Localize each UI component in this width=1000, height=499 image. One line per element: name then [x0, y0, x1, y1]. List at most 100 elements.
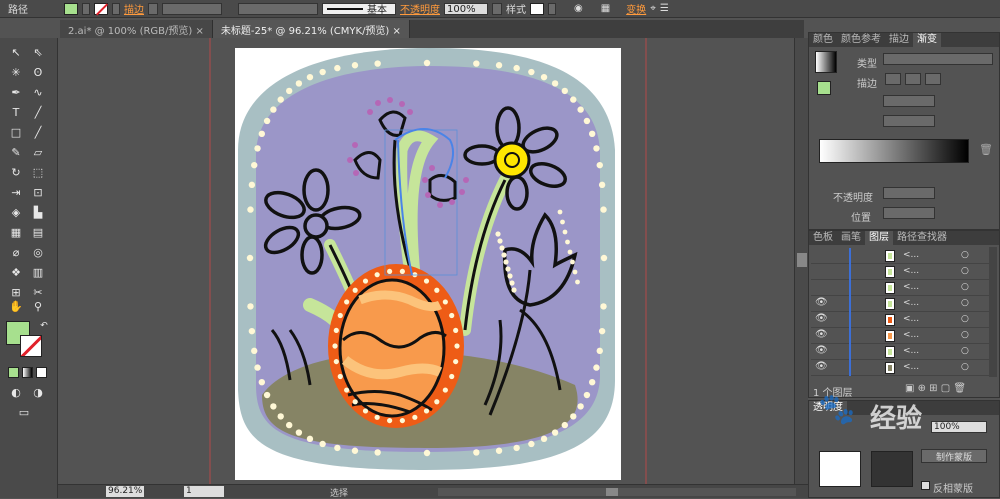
recolor-icon[interactable]: ◉: [574, 3, 583, 14]
fill-swatch[interactable]: [64, 2, 78, 15]
target-icon[interactable]: ○: [961, 250, 969, 260]
close-icon[interactable]: ×: [393, 26, 401, 37]
variable-width-profile[interactable]: [238, 2, 318, 15]
eye-icon[interactable]: 👁: [815, 297, 828, 308]
screen-mode-icon[interactable]: ▭: [16, 406, 32, 420]
scale-icon[interactable]: ⬚: [30, 166, 46, 180]
layer-row[interactable]: 👁 <... ○: [811, 328, 995, 344]
tab-pathfinder[interactable]: 路径查找器: [893, 231, 951, 245]
tab-doc-1[interactable]: 2.ai* @ 100% (RGB/预览) ×: [60, 20, 213, 38]
stroke-weight-field[interactable]: [162, 2, 222, 15]
stroke-option-2[interactable]: [905, 73, 921, 85]
layer-row[interactable]: 👁 <... ○: [811, 360, 995, 376]
close-icon[interactable]: ×: [196, 26, 204, 37]
angle-field[interactable]: [883, 95, 935, 107]
eye-icon[interactable]: 👁: [815, 345, 828, 356]
style-dropdown-icon[interactable]: [548, 2, 556, 15]
fill-mode-none-icon[interactable]: [36, 367, 47, 378]
gradient-type-select[interactable]: [883, 53, 993, 65]
draw-behind-icon[interactable]: ◑: [30, 386, 46, 400]
opacity-link[interactable]: 不透明度: [400, 1, 440, 16]
transparency-opacity-field[interactable]: 100%: [931, 421, 987, 433]
graph-tool-icon[interactable]: ▥: [30, 266, 46, 280]
perspective-icon[interactable]: ▙: [30, 206, 46, 220]
rectangle-tool-icon[interactable]: □: [8, 126, 24, 140]
target-icon[interactable]: ○: [961, 362, 969, 372]
canvas-area[interactable]: [58, 38, 794, 484]
direct-selection-tool-icon[interactable]: ⇖: [30, 46, 46, 60]
eyedropper-icon[interactable]: ⌀: [8, 246, 24, 260]
tab-brushes[interactable]: 画笔: [837, 231, 865, 245]
stroke-dropdown-icon[interactable]: [112, 2, 120, 15]
layer-row[interactable]: <... ○: [811, 248, 995, 264]
shape-builder-icon[interactable]: ◈: [8, 206, 24, 220]
mask-thumbnail[interactable]: [871, 451, 913, 487]
stroke-swatch-none-icon[interactable]: [94, 2, 109, 16]
blend-tool-icon[interactable]: ◎: [30, 246, 46, 260]
layer-row[interactable]: 👁 <... ○: [811, 296, 995, 312]
pencil-icon[interactable]: ✎: [8, 146, 24, 160]
mesh-tool-icon[interactable]: ▦: [8, 226, 24, 240]
invert-mask-checkbox[interactable]: [921, 481, 930, 490]
make-mask-button[interactable]: 制作蒙版: [921, 449, 987, 463]
tab-swatches[interactable]: 色板: [809, 231, 837, 245]
magic-wand-icon[interactable]: ✳: [8, 66, 24, 80]
hand-tool-icon[interactable]: ✋: [8, 300, 24, 314]
layers-scrollbar[interactable]: [989, 247, 997, 377]
stroke-link[interactable]: 描边: [124, 1, 144, 16]
slice-tool-icon[interactable]: ✂: [30, 286, 46, 300]
swap-colors-icon[interactable]: ↶: [36, 319, 52, 333]
fill-dropdown-icon[interactable]: [82, 2, 90, 15]
stop-position-field[interactable]: [883, 207, 935, 219]
free-transform-icon[interactable]: ⊡: [30, 186, 46, 200]
stroke-weight-stepper[interactable]: [148, 2, 158, 15]
target-icon[interactable]: ○: [961, 346, 969, 356]
aspect-field[interactable]: [883, 115, 935, 127]
target-icon[interactable]: ○: [961, 314, 969, 324]
gradient-slider[interactable]: [819, 139, 969, 163]
gradient-thumbnail[interactable]: [815, 51, 837, 73]
layer-row[interactable]: 👁 <... ○: [811, 344, 995, 360]
tab-doc-2[interactable]: 未标题-25* @ 96.21% (CMYK/预览) ×: [212, 20, 410, 38]
brush-definition[interactable]: 基本: [322, 2, 396, 16]
layer-row[interactable]: <... ○: [811, 264, 995, 280]
tab-gradient[interactable]: 渐变: [913, 33, 941, 47]
opacity-dropdown-icon[interactable]: [492, 2, 502, 15]
page-field[interactable]: 1: [184, 486, 224, 497]
target-icon[interactable]: ○: [961, 330, 969, 340]
isolate-icon[interactable]: ⌖: [650, 3, 656, 14]
layer-row[interactable]: <... ○: [811, 280, 995, 296]
eraser-icon[interactable]: ▱: [30, 146, 46, 160]
gradient-tool-icon[interactable]: ▤: [30, 226, 46, 240]
eye-icon[interactable]: 👁: [815, 361, 828, 372]
artboard-tool-icon[interactable]: ⊞: [8, 286, 24, 300]
menu-icon[interactable]: ☰: [660, 3, 669, 14]
scroll-thumb[interactable]: [797, 253, 807, 267]
opacity-field[interactable]: 100%: [444, 2, 488, 15]
target-icon[interactable]: ○: [961, 298, 969, 308]
stop-opacity-field[interactable]: [883, 187, 935, 199]
transform-link[interactable]: 变换: [626, 1, 646, 16]
vertical-scrollbar[interactable]: [794, 38, 808, 484]
stroke-color-box[interactable]: [20, 335, 42, 357]
fill-mode-color-icon[interactable]: [8, 367, 19, 378]
line-tool-icon[interactable]: ╱: [30, 106, 46, 120]
stroke-option-3[interactable]: [925, 73, 941, 85]
eye-icon[interactable]: 👁: [815, 313, 828, 324]
target-icon[interactable]: ○: [961, 282, 969, 292]
style-swatch[interactable]: [530, 2, 544, 15]
zoom-tool-icon[interactable]: ⚲: [30, 300, 46, 314]
tab-color-guide[interactable]: 颜色参考: [837, 33, 885, 47]
stroke-option-1[interactable]: [885, 73, 901, 85]
tab-layers[interactable]: 图层: [865, 231, 893, 245]
trash-icon[interactable]: 🗑: [979, 143, 993, 156]
symbol-sprayer-icon[interactable]: ❖: [8, 266, 24, 280]
curvature-icon[interactable]: ∿: [30, 86, 46, 100]
tab-color[interactable]: 颜色: [809, 33, 837, 47]
zoom-field[interactable]: 96.21%: [106, 486, 144, 497]
horizontal-scrollbar[interactable]: [438, 488, 796, 496]
rotate-icon[interactable]: ↻: [8, 166, 24, 180]
tab-stroke[interactable]: 描边: [885, 33, 913, 47]
target-icon[interactable]: ○: [961, 266, 969, 276]
gradient-fill-swatch[interactable]: [817, 81, 831, 95]
